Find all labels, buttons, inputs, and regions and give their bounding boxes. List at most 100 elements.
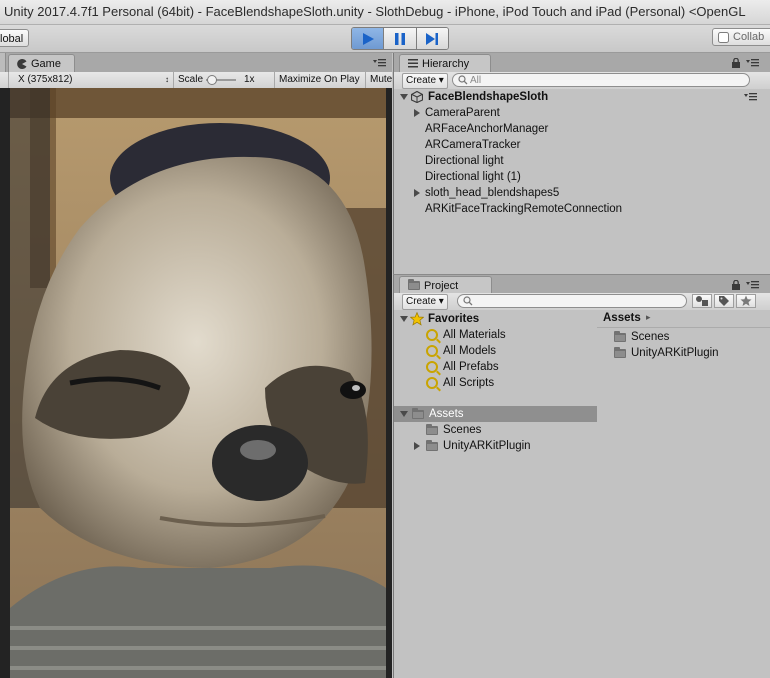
- step-icon: [426, 32, 439, 45]
- breadcrumb-assets[interactable]: Assets: [603, 312, 641, 324]
- favorite-item-label: All Materials: [443, 329, 506, 341]
- pivot-global-toggle[interactable]: lobal: [0, 29, 30, 47]
- hierarchy-item-label: Directional light (1): [425, 171, 521, 183]
- project-search-input[interactable]: [457, 294, 687, 308]
- expand-arrow-icon[interactable]: [400, 94, 408, 100]
- asset-folder-item[interactable]: UnityARKitPlugin: [394, 438, 597, 454]
- game-viewport[interactable]: [0, 88, 392, 678]
- resolution-value: X (375x812): [18, 74, 73, 85]
- hierarchy-create-dropdown[interactable]: Create ▾: [402, 73, 448, 89]
- assets-label: Assets: [429, 408, 464, 420]
- panel-menu-icon[interactable]: [746, 59, 759, 67]
- shapes-icon: [696, 296, 708, 306]
- expand-arrow-icon[interactable]: [414, 442, 420, 450]
- hierarchy-toolbar: Create ▾ All: [393, 72, 770, 90]
- favorite-item[interactable]: All Materials: [394, 327, 597, 343]
- scale-slider-thumb[interactable]: [207, 75, 217, 85]
- pacman-icon: [17, 58, 27, 69]
- hierarchy-item[interactable]: ARCameraTracker: [394, 137, 770, 153]
- maximize-on-play-toggle[interactable]: Maximize On Play: [275, 72, 366, 88]
- tab-game[interactable]: Game: [8, 54, 75, 72]
- collab-label: Collab: [733, 31, 765, 43]
- main-toolbar: lobal Collab: [0, 25, 770, 53]
- hierarchy-item[interactable]: Directional light: [394, 153, 770, 169]
- hierarchy-item[interactable]: CameraParent: [394, 105, 770, 121]
- scene-row[interactable]: FaceBlendshapeSloth: [394, 89, 770, 105]
- folder-icon: [426, 424, 438, 435]
- hierarchy-tab-bar: Hierarchy: [393, 53, 770, 73]
- tab-project[interactable]: Project: [399, 276, 492, 294]
- favorite-item[interactable]: All Models: [394, 343, 597, 359]
- search-placeholder: All: [470, 74, 482, 86]
- search-by-type-button[interactable]: [692, 294, 712, 308]
- favorite-item[interactable]: All Scripts: [394, 375, 597, 391]
- asset-list-item[interactable]: Scenes: [597, 329, 770, 345]
- hierarchy-item[interactable]: ARKitFaceTrackingRemoteConnection: [394, 201, 770, 217]
- project-toolbar: Create ▾: [393, 293, 770, 311]
- favorite-item[interactable]: All Prefabs: [394, 359, 597, 375]
- favorite-item-label: All Models: [443, 345, 497, 357]
- lock-icon[interactable]: [732, 58, 740, 68]
- search-icon: [463, 296, 473, 306]
- hierarchy-item-label: ARFaceAnchorManager: [425, 123, 549, 135]
- pause-button[interactable]: [384, 28, 417, 49]
- search-filter-icon: [426, 361, 438, 373]
- tab-game-label: Game: [31, 57, 61, 70]
- favorites-label: Favorites: [428, 313, 480, 325]
- hierarchy-search-input[interactable]: All: [452, 73, 750, 87]
- assets-root-row[interactable]: Assets: [394, 406, 597, 422]
- expand-arrow-icon[interactable]: [414, 189, 420, 197]
- project-create-dropdown[interactable]: Create ▾: [402, 294, 448, 310]
- search-filter-icon: [426, 345, 438, 357]
- tab-project-label: Project: [424, 279, 459, 292]
- save-search-button[interactable]: [736, 294, 756, 308]
- favorite-item-label: All Prefabs: [443, 361, 499, 373]
- resolution-dropdown[interactable]: X (375x812) ↕: [14, 72, 174, 88]
- asset-folder-label: Scenes: [443, 424, 482, 436]
- create-label: Create: [406, 75, 437, 86]
- play-icon: [362, 32, 374, 45]
- asset-list-item[interactable]: UnityARKitPlugin: [597, 345, 770, 361]
- favorites-header[interactable]: Favorites: [394, 311, 597, 327]
- star-icon: [410, 312, 424, 326]
- hierarchy-item-label: Directional light: [425, 155, 504, 167]
- scale-label: Scale: [178, 74, 204, 85]
- asset-list-item-label: Scenes: [631, 331, 670, 343]
- search-by-label-button[interactable]: [714, 294, 734, 308]
- step-button[interactable]: [416, 28, 448, 49]
- checkbox-icon: [718, 31, 729, 43]
- hierarchy-item[interactable]: ARFaceAnchorManager: [394, 121, 770, 137]
- folder-icon: [426, 440, 438, 451]
- window-title: Unity 2017.4.7f1 Personal (64bit) - Face…: [4, 4, 746, 19]
- hierarchy-item[interactable]: Directional light (1): [394, 169, 770, 185]
- scale-control: Scale 1x: [174, 72, 275, 88]
- play-button[interactable]: [352, 28, 385, 49]
- expand-arrow-icon[interactable]: [400, 411, 408, 417]
- search-icon: [458, 75, 468, 85]
- hierarchy-item[interactable]: sloth_head_blendshapes5: [394, 185, 770, 201]
- collab-button[interactable]: Collab: [712, 28, 770, 46]
- tab-hierarchy[interactable]: Hierarchy: [399, 54, 491, 72]
- panel-menu-icon[interactable]: [746, 281, 759, 289]
- game-tab-bar: Game: [0, 53, 392, 73]
- left-panel-edge: [0, 53, 6, 72]
- playback-controls: [351, 27, 449, 50]
- mute-audio-toggle[interactable]: Mute: [366, 72, 392, 88]
- scene-name: FaceBlendshapeSloth: [428, 91, 549, 103]
- expand-arrow-icon[interactable]: [414, 109, 420, 117]
- list-icon: [408, 59, 418, 68]
- game-view-controls: X (375x812) ↕ Scale 1x Maximize On Play …: [0, 72, 392, 89]
- asset-folder-item[interactable]: Scenes: [394, 422, 597, 438]
- scene-menu-icon[interactable]: [744, 93, 757, 101]
- asset-folder-label: UnityARKitPlugin: [443, 440, 531, 452]
- dropdown-arrows-icon: ↕: [165, 75, 169, 84]
- expand-arrow-icon[interactable]: [400, 316, 408, 322]
- tab-hierarchy-label: Hierarchy: [422, 57, 470, 70]
- pause-icon: [394, 32, 405, 45]
- sloth-face-render: [10, 88, 386, 678]
- control-edge: [0, 72, 9, 88]
- breadcrumb: Assets ▸: [597, 310, 770, 328]
- lock-icon[interactable]: [732, 280, 740, 290]
- panel-menu-icon[interactable]: [373, 59, 386, 67]
- hierarchy-item-label: ARCameraTracker: [425, 139, 521, 151]
